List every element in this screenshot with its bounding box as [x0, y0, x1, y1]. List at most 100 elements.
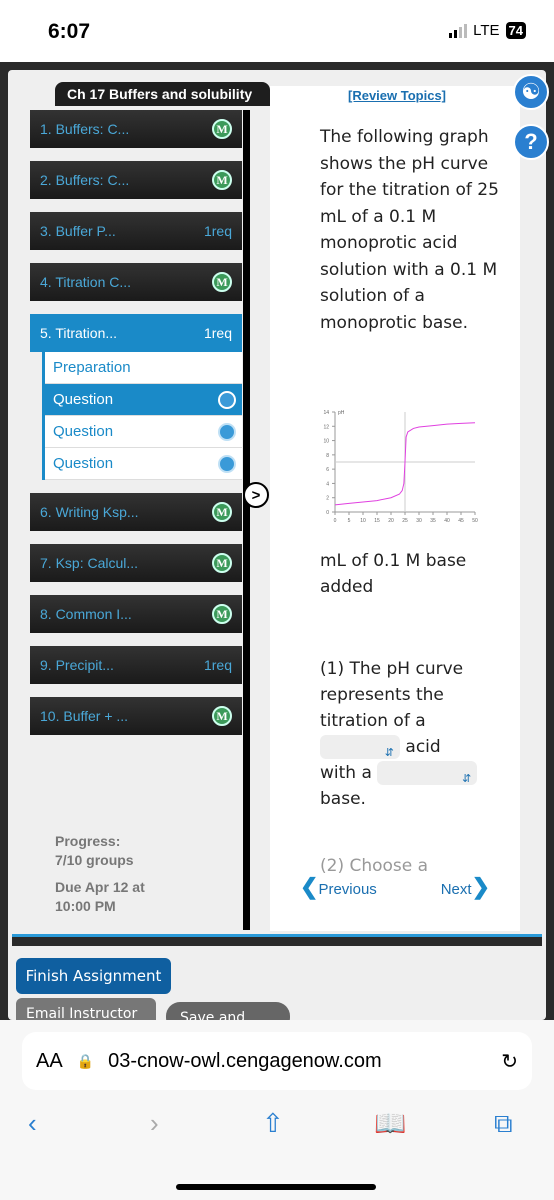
acid-strength-select[interactable]: ⇵ [320, 735, 400, 759]
subitem-label: Question [53, 391, 114, 408]
mastery-badge-icon: M [212, 170, 232, 190]
sidebar-item-label: 5. Titration... [40, 325, 118, 341]
sidebar-item-label: 7. Ksp: Calcul... [40, 555, 139, 571]
y-tick-label: 8 [326, 453, 329, 459]
share-icon[interactable]: ⇧ [262, 1108, 284, 1139]
sidebar-item-7[interactable]: 7. Ksp: Calcul... M [30, 544, 242, 582]
chevron-right-icon: > [251, 486, 261, 504]
x-tick-label: 5 [348, 518, 351, 524]
x-tick-label: 50 [472, 518, 478, 524]
x-tick-label: 40 [444, 518, 450, 524]
status-circle-icon [218, 454, 236, 473]
sidebar-item-label: 3. Buffer P... [40, 223, 116, 239]
q1-prefix: (1) The pH curve represents the titratio… [320, 659, 464, 731]
sidebar-item-label: 1. Buffers: C... [40, 121, 130, 137]
subitem-preparation[interactable]: Preparation [45, 352, 242, 384]
subitem-label: Question [53, 423, 114, 440]
help-icon[interactable]: ? [513, 124, 549, 160]
finish-assignment-button[interactable]: Finish Assignment [16, 958, 171, 994]
mastery-badge-icon: M [212, 553, 232, 573]
reload-icon[interactable]: ↻ [501, 1049, 518, 1074]
progress-label: Progress: [55, 833, 121, 849]
y-tick-label: 2 [326, 496, 329, 502]
sidebar: 1. Buffers: C... M 2. Buffers: C... M 3. Buf… [30, 110, 242, 748]
x-tick-label: 35 [430, 518, 436, 524]
previous-button[interactable]: ❮Previous [300, 874, 377, 900]
assignment-frame: Ch 17 Buffers and solubility 1. Buffers:… [8, 70, 546, 1042]
battery-icon: 74 [505, 22, 526, 39]
subitem-question[interactable]: Question [45, 416, 242, 448]
question-panel: [Review Topics] The following graph show… [270, 86, 520, 931]
q1-acid: acid [405, 737, 441, 757]
status-circle-icon [218, 390, 236, 409]
lock-icon: 🔒 [76, 1052, 95, 1069]
next-button[interactable]: Next❯ [441, 874, 490, 900]
panel-divider[interactable] [243, 110, 250, 930]
bookmarks-icon[interactable]: 📖 [374, 1108, 406, 1139]
question-nav: ❮Previous Next❯ [300, 874, 490, 900]
sidebar-item-9[interactable]: 9. Precipit... 1req [30, 646, 242, 684]
footer-bar [12, 934, 542, 946]
sidebar-item-6[interactable]: 6. Writing Ksp... M [30, 493, 242, 531]
clock: 6:07 [48, 20, 91, 43]
headset-support-icon[interactable]: ☯ [513, 74, 549, 110]
sidebar-item-label: 6. Writing Ksp... [40, 504, 139, 520]
progress-info: Progress: 7/10 groups Due Apr 12 at 10:0… [55, 832, 145, 916]
requirement-badge: 1req [203, 223, 232, 239]
requirement-badge: 1req [203, 325, 232, 341]
sidebar-item-10[interactable]: 10. Buffer + ... M [30, 697, 242, 735]
page: Ch 17 Buffers and solubility 1. Buffers:… [0, 62, 554, 1042]
back-icon[interactable]: ‹ [28, 1108, 37, 1139]
text-size-button[interactable]: AA [36, 1050, 63, 1073]
sidebar-item-1[interactable]: 1. Buffers: C... M [30, 110, 242, 148]
sidebar-item-2[interactable]: 2. Buffers: C... M [30, 161, 242, 199]
base-strength-select[interactable]: ⇵ [377, 761, 478, 785]
chapter-title: Ch 17 Buffers and solubility [55, 82, 270, 106]
sidebar-item-label: 10. Buffer + ... [40, 708, 129, 724]
subitem-question[interactable]: Question [45, 448, 242, 480]
x-tick-label: 20 [388, 518, 394, 524]
requirement-badge: 1req [203, 657, 232, 673]
y-tick-label: 10 [323, 439, 329, 445]
question-1: (1) The pH curve represents the titratio… [320, 656, 510, 812]
subitem-question[interactable]: Question [45, 384, 242, 416]
url-text[interactable]: 03-cnow-owl.cengagenow.com [108, 1050, 487, 1073]
question-text: The following graph shows the pH curve f… [320, 127, 499, 333]
address-bar[interactable]: AA 🔒 03-cnow-owl.cengagenow.com ↻ [22, 1032, 532, 1090]
y-tick-label: 4 [326, 481, 329, 487]
expand-arrow-button[interactable]: > [243, 482, 269, 508]
subitem-label: Question [53, 455, 114, 472]
due-time: 10:00 PM [55, 898, 116, 914]
mastery-badge-icon: M [212, 502, 232, 522]
tabs-icon[interactable]: ⧉ [494, 1108, 513, 1140]
y-tick-label: 6 [326, 467, 329, 473]
chevron-left-icon: ❮ [300, 874, 319, 899]
y-tick-label: 14 [323, 410, 329, 416]
subitem-label: Preparation [53, 359, 131, 376]
x-tick-label: 15 [374, 518, 380, 524]
home-indicator [176, 1184, 376, 1190]
sidebar-item-label: 9. Precipit... [40, 657, 114, 673]
ph-chart: 0 2 4 6 8 10 12 14 0 5 10 15 20 25 30 35 40 45 50 pH [323, 410, 478, 524]
sidebar-item-8[interactable]: 8. Common I... M [30, 595, 242, 633]
sidebar-item-label: 2. Buffers: C... [40, 172, 130, 188]
status-circle-icon [218, 422, 236, 441]
sidebar-item-5[interactable]: 5. Titration... 1req [30, 314, 242, 352]
x-tick-label: 10 [360, 518, 366, 524]
sidebar-item-3[interactable]: 3. Buffer P... 1req [30, 212, 242, 250]
y-tick-label: 12 [323, 424, 329, 430]
subitem-list: Preparation Question Question Question [42, 352, 242, 480]
network-label: LTE [473, 22, 500, 39]
network-status: LTE 74 [449, 22, 526, 39]
review-topics-link[interactable]: [Review Topics] [348, 88, 446, 103]
mastery-badge-icon: M [212, 706, 232, 726]
sidebar-item-label: 8. Common I... [40, 606, 132, 622]
forward-icon[interactable]: › [150, 1108, 159, 1139]
x-tick-label: 45 [458, 518, 464, 524]
sidebar-item-label: 4. Titration C... [40, 274, 132, 290]
due-date: Due Apr 12 at [55, 879, 145, 895]
sidebar-item-4[interactable]: 4. Titration C... M [30, 263, 242, 301]
x-axis-label: mL of 0.1 M base added [320, 551, 467, 597]
browser-toolbar: AA 🔒 03-cnow-owl.cengagenow.com ↻ ‹ › ⇧ … [0, 1020, 554, 1200]
x-tick-label: 0 [334, 518, 337, 524]
